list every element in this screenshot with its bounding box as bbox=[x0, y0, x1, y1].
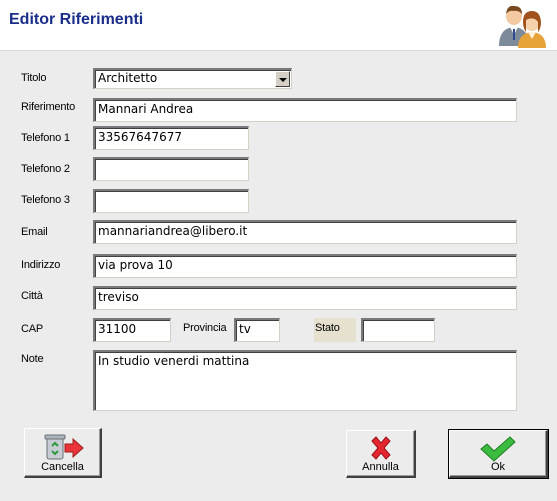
cap-label: CAP bbox=[21, 323, 44, 335]
provincia-label: Provincia bbox=[183, 322, 227, 334]
header-bar: Editor Riferimenti bbox=[0, 0, 557, 51]
users-icon bbox=[499, 5, 546, 48]
window-title: Editor Riferimenti bbox=[9, 11, 144, 28]
titolo-label: Titolo bbox=[21, 72, 47, 84]
telefono1-field[interactable]: 33567647677 bbox=[93, 126, 249, 150]
indirizzo-field[interactable]: via prova 10 bbox=[93, 254, 517, 278]
annulla-button[interactable]: Annulla bbox=[346, 430, 416, 478]
stato-label: Stato bbox=[315, 322, 340, 334]
chevron-down-icon[interactable] bbox=[275, 71, 290, 87]
provincia-field[interactable]: tv bbox=[234, 318, 280, 342]
riferimento-field[interactable]: Mannari Andrea bbox=[93, 98, 517, 122]
telefono3-field[interactable] bbox=[93, 189, 249, 213]
cancella-button[interactable]: Cancella bbox=[24, 428, 102, 478]
riferimento-label: Riferimento bbox=[21, 101, 76, 113]
cap-field[interactable]: 31100 bbox=[93, 318, 171, 342]
titolo-select[interactable]: Architetto bbox=[93, 68, 292, 89]
ok-button[interactable]: Ok bbox=[448, 429, 549, 479]
titolo-value: Architetto bbox=[98, 71, 158, 85]
note-textarea[interactable]: In studio venerdi mattina bbox=[93, 350, 517, 411]
citta-field[interactable]: treviso bbox=[93, 286, 517, 310]
telefono1-label: Telefono 1 bbox=[21, 132, 70, 144]
cancella-label: Cancella bbox=[41, 461, 84, 473]
stato-field[interactable] bbox=[361, 318, 435, 342]
telefono2-label: Telefono 2 bbox=[21, 163, 70, 175]
ok-label: Ok bbox=[490, 461, 506, 473]
email-field[interactable]: mannariandrea@libero.it bbox=[93, 220, 517, 244]
annulla-label: Annulla bbox=[362, 461, 399, 473]
citta-label: Città bbox=[21, 290, 43, 302]
telefono2-field[interactable] bbox=[93, 157, 249, 181]
telefono3-label: Telefono 3 bbox=[21, 194, 70, 206]
email-label: Email bbox=[21, 226, 48, 238]
recycle-bin-arrow-icon bbox=[44, 434, 84, 460]
red-x-icon bbox=[370, 436, 391, 460]
green-check-icon bbox=[480, 436, 516, 462]
indirizzo-label: Indirizzo bbox=[21, 259, 61, 271]
note-label: Note bbox=[21, 353, 44, 365]
